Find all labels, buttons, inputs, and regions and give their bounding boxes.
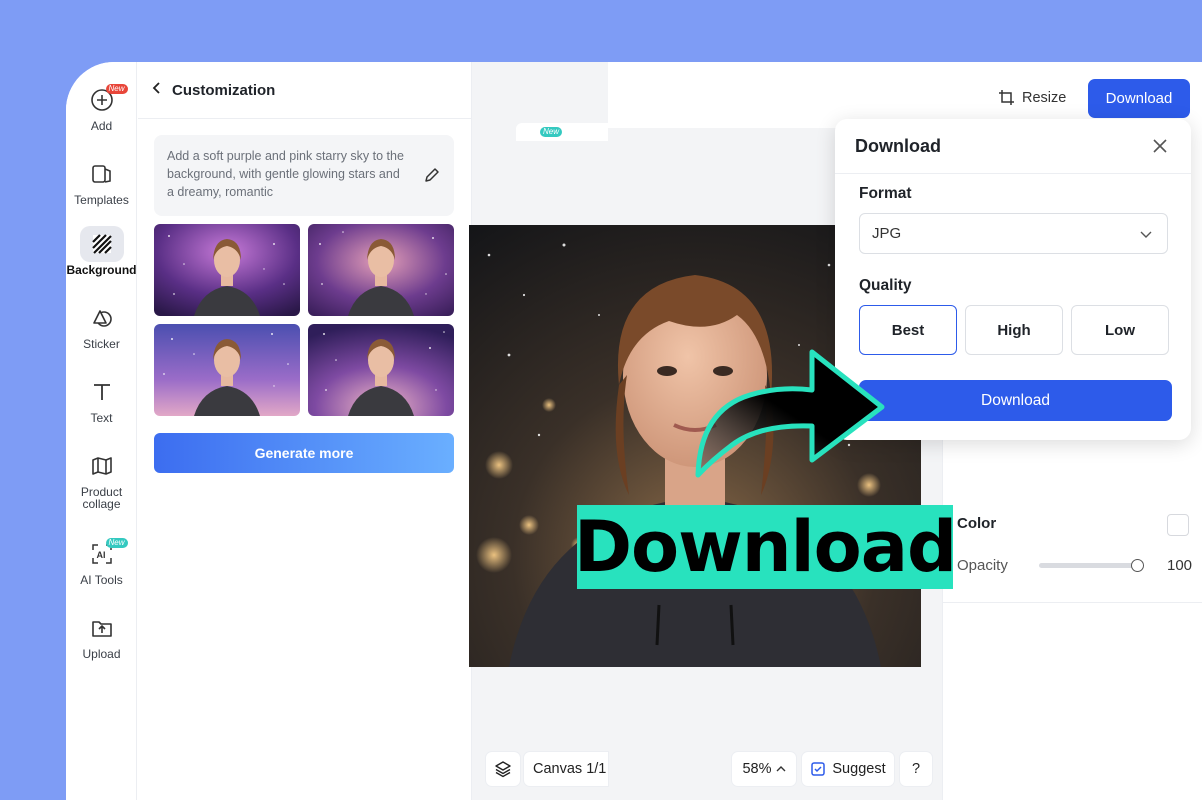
sidebar-item-label: Upload: [82, 647, 121, 661]
curved-arrow-graphic: [695, 349, 885, 478]
color-label: Color: [957, 515, 997, 532]
panel-title: Customization: [172, 81, 276, 99]
result-thumbnails: [154, 224, 454, 416]
chevron-up-icon: [776, 766, 786, 772]
sidebar-item-label-line2: collage: [82, 497, 121, 511]
zoom-control[interactable]: 58%: [732, 752, 796, 786]
sidebar-item-label: AI Tools: [80, 573, 123, 587]
new-badge: New: [540, 127, 563, 137]
customization-panel: Customization Add a soft purple and pink…: [138, 62, 472, 800]
resize-label: Resize: [1022, 90, 1067, 106]
result-thumbnail[interactable]: [308, 224, 454, 316]
sidebar-item-label: Background: [66, 263, 137, 277]
suggest-icon: [811, 762, 826, 776]
sidebar-item-label: Text: [90, 411, 113, 425]
sidebar-item-label: Templates: [74, 193, 129, 207]
prompt-content: Add a soft purple and pink starry sky to…: [167, 149, 404, 199]
back-chevron-icon[interactable]: [152, 81, 162, 100]
left-rail: New Add Templates Background Sticker Tex…: [66, 62, 137, 800]
sidebar-item-label: Sticker: [83, 337, 120, 351]
sidebar-item-sticker[interactable]: Sticker: [66, 300, 137, 350]
canvas-page-label: Canvas 1/1: [533, 761, 607, 777]
edit-pencil-icon[interactable]: [422, 165, 442, 185]
templates-icon: [80, 156, 124, 192]
download-overlay-label: Download: [573, 505, 957, 589]
result-thumbnail[interactable]: [308, 324, 454, 416]
chevron-down-icon: [1140, 231, 1152, 238]
sidebar-item-ai-tools[interactable]: AI New AI Tools: [66, 536, 137, 586]
sidebar-item-background[interactable]: Background: [66, 226, 137, 276]
svg-text:AI: AI: [96, 550, 105, 560]
zoom-value: 58%: [742, 761, 772, 777]
close-icon[interactable]: [1151, 137, 1169, 155]
crop-icon: [999, 90, 1014, 105]
popup-download-button[interactable]: Download: [859, 380, 1172, 421]
sidebar-item-product-collage[interactable]: Product collage: [66, 448, 137, 510]
suggest-button[interactable]: Suggest: [802, 752, 894, 786]
suggest-label: Suggest: [832, 761, 886, 777]
upload-icon: [80, 610, 124, 646]
popup-title: Download: [835, 119, 1191, 174]
sidebar-item-templates[interactable]: Templates: [66, 156, 137, 206]
sidebar-item-text[interactable]: Text: [66, 374, 137, 424]
canvas-page-selector[interactable]: Canvas 1/1: [524, 752, 608, 786]
help-label: ?: [911, 761, 921, 777]
background-icon: [79, 226, 124, 262]
ai-tools-icon: AI New: [80, 536, 128, 572]
divider: [943, 602, 1202, 603]
canvas-bottom-bar: Canvas 1/1 58% Suggest ?: [472, 750, 942, 790]
sidebar-item-label: Add: [90, 119, 113, 133]
resize-button[interactable]: Resize: [998, 82, 1066, 114]
new-badge: New: [105, 538, 128, 548]
new-badge: New: [105, 84, 128, 94]
result-thumbnail[interactable]: [154, 224, 300, 316]
sidebar-item-upload[interactable]: Upload: [66, 610, 137, 660]
toolbar-chip[interactable]: New: [516, 123, 608, 141]
generate-more-button[interactable]: Generate more: [154, 433, 454, 473]
sidebar-item-add[interactable]: New Add: [66, 82, 137, 132]
quality-option-high[interactable]: High: [965, 305, 1063, 355]
format-select[interactable]: JPG: [859, 213, 1168, 254]
plus-circle-icon: New: [80, 82, 128, 118]
opacity-value: 100: [1167, 557, 1193, 574]
format-value: JPG: [872, 225, 902, 242]
result-thumbnail[interactable]: [154, 324, 300, 416]
opacity-slider-knob[interactable]: [1131, 559, 1144, 572]
collage-icon: [80, 448, 124, 484]
prompt-text[interactable]: Add a soft purple and pink starry sky to…: [154, 135, 454, 216]
quality-option-low[interactable]: Low: [1071, 305, 1169, 355]
color-swatch[interactable]: [1167, 514, 1189, 536]
help-button[interactable]: ?: [900, 752, 932, 786]
opacity-slider-track[interactable]: [1039, 563, 1139, 568]
sticker-icon: [80, 300, 124, 336]
quality-label: Quality: [859, 277, 912, 294]
download-button[interactable]: Download: [1088, 79, 1190, 118]
text-icon: [80, 374, 124, 410]
format-label: Format: [859, 185, 912, 202]
opacity-label: Opacity: [957, 557, 1008, 574]
panel-header: Customization: [138, 62, 471, 119]
layers-icon[interactable]: [486, 752, 520, 786]
